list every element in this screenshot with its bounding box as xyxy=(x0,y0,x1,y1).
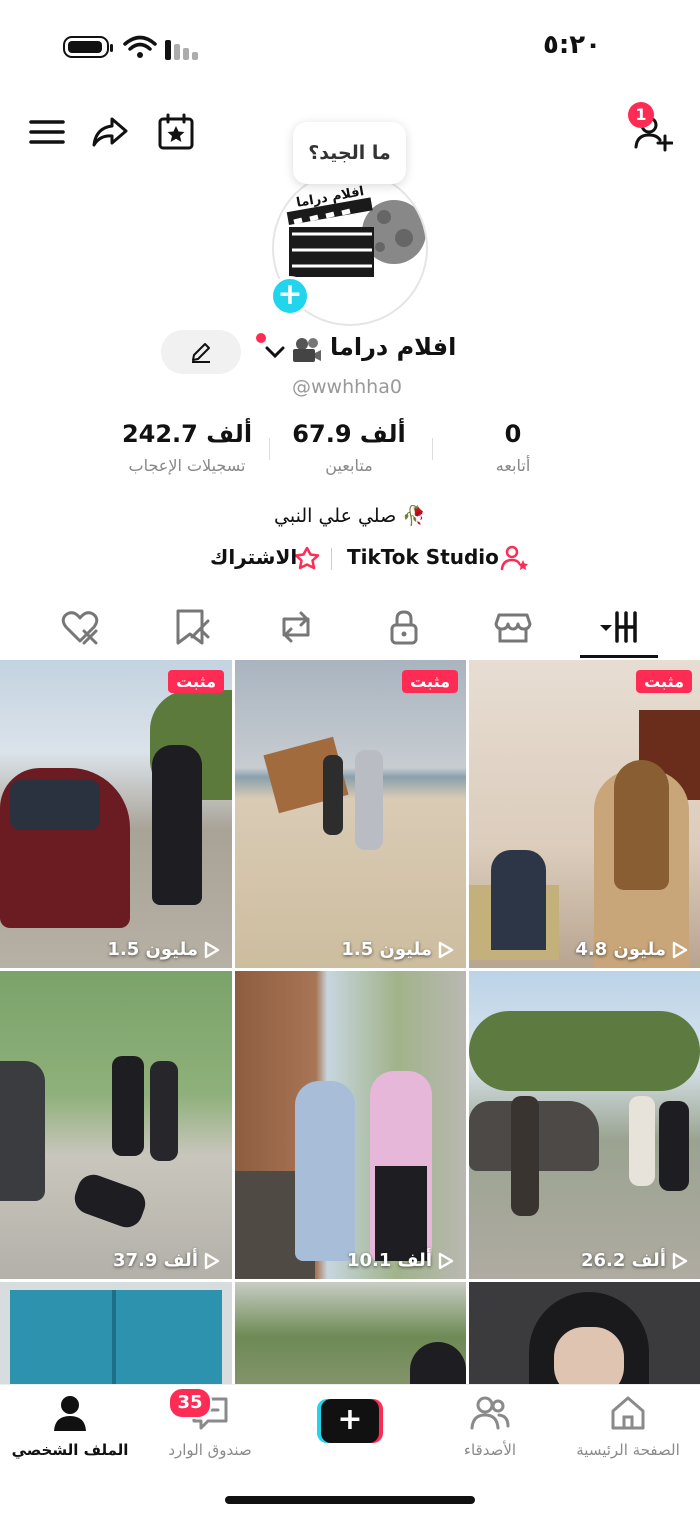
view-count: 1.5 مليون xyxy=(0,939,220,960)
following-label[interactable]: أتابعه xyxy=(428,456,598,475)
active-tab-indicator xyxy=(580,655,658,658)
nav-home[interactable]: الصفحة الرئيسية xyxy=(558,1393,698,1459)
nav-inbox-label: صندوق الوارد xyxy=(168,1441,252,1459)
menu-icon[interactable] xyxy=(27,112,67,152)
nav-profile[interactable]: الملف الشخصي xyxy=(0,1393,140,1459)
status-time: ٥:٢٠ xyxy=(543,30,602,60)
lock-icon[interactable] xyxy=(384,607,424,647)
view-count: 10.1 ألف xyxy=(235,1250,454,1271)
home-indicator xyxy=(225,1496,475,1504)
profile-name: افلام دراما xyxy=(330,333,457,361)
pinned-badge: مثبت xyxy=(168,670,224,693)
video-thumbnail[interactable]: مثبت 1.5 مليون xyxy=(0,660,232,968)
add-story-button[interactable]: + xyxy=(270,276,310,316)
profile-handle: @wwhhha0 xyxy=(292,376,402,398)
edit-icon xyxy=(192,343,210,363)
inbox-badge: 35 xyxy=(168,1387,212,1419)
pinned-badge: مثبت xyxy=(636,670,692,693)
followers-label[interactable]: متابعين xyxy=(264,456,434,475)
view-count: 4.8 مليون xyxy=(469,939,688,960)
view-count: 26.2 ألف xyxy=(469,1250,688,1271)
share-icon[interactable] xyxy=(90,112,130,152)
view-count: 37.9 ألف xyxy=(0,1250,220,1271)
chevron-down-icon[interactable] xyxy=(264,342,286,362)
liked-icon[interactable] xyxy=(60,607,100,647)
following-count[interactable]: 0 xyxy=(428,420,598,448)
video-thumbnail[interactable]: 10.1 ألف xyxy=(235,971,466,1279)
home-icon xyxy=(611,1396,645,1430)
video-thumbnail[interactable] xyxy=(469,1282,700,1392)
calendar-star-icon[interactable] xyxy=(156,112,196,152)
profile-icon xyxy=(54,1396,86,1431)
edit-profile-button[interactable] xyxy=(161,330,241,374)
favorites-icon[interactable] xyxy=(170,607,210,647)
likes-count: 242.7 ألف xyxy=(121,420,253,448)
battery-icon xyxy=(63,36,113,58)
studio-link[interactable]: TikTok Studio xyxy=(347,545,499,569)
friends-icon xyxy=(470,1396,510,1430)
status-bubble[interactable]: ما الجيد؟ xyxy=(293,122,406,184)
create-button[interactable]: + xyxy=(317,1399,383,1443)
video-thumbnail[interactable] xyxy=(235,1282,466,1392)
nav-friends-label: الأصدقاء xyxy=(463,1441,517,1459)
pinned-badge: مثبت xyxy=(402,670,458,693)
plus-icon: + xyxy=(321,1399,379,1443)
studio-icon xyxy=(500,545,528,571)
video-thumbnail[interactable]: مثبت 1.5 مليون xyxy=(235,660,466,968)
wifi-icon xyxy=(123,35,157,58)
video-thumbnail[interactable]: 26.2 ألف xyxy=(469,971,700,1279)
nav-friends[interactable]: الأصدقاء xyxy=(420,1393,560,1459)
cellular-signal-icon xyxy=(165,38,205,60)
video-thumbnail[interactable]: مثبت 4.8 مليون xyxy=(469,660,700,968)
friend-request-badge: 1 xyxy=(628,102,654,128)
followers-count[interactable]: 67.9 ألف xyxy=(264,420,434,448)
profile-bio: صلي علي النبي 🥀 xyxy=(274,505,426,527)
video-thumbnail[interactable] xyxy=(0,1282,232,1392)
nav-profile-label: الملف الشخصي xyxy=(11,1441,129,1459)
subscription-link[interactable]: الاشتراك xyxy=(210,545,297,569)
view-count: 1.5 مليون xyxy=(235,939,454,960)
repost-icon[interactable] xyxy=(276,607,316,647)
likes-label: تسجيلات الإعجاب xyxy=(128,456,246,475)
projector-icon xyxy=(293,338,321,362)
video-thumbnail[interactable]: 37.9 ألف xyxy=(0,971,232,1279)
nav-home-label: الصفحة الرئيسية xyxy=(576,1441,680,1459)
shop-icon[interactable] xyxy=(493,607,533,647)
videos-grid-icon[interactable] xyxy=(600,607,640,647)
